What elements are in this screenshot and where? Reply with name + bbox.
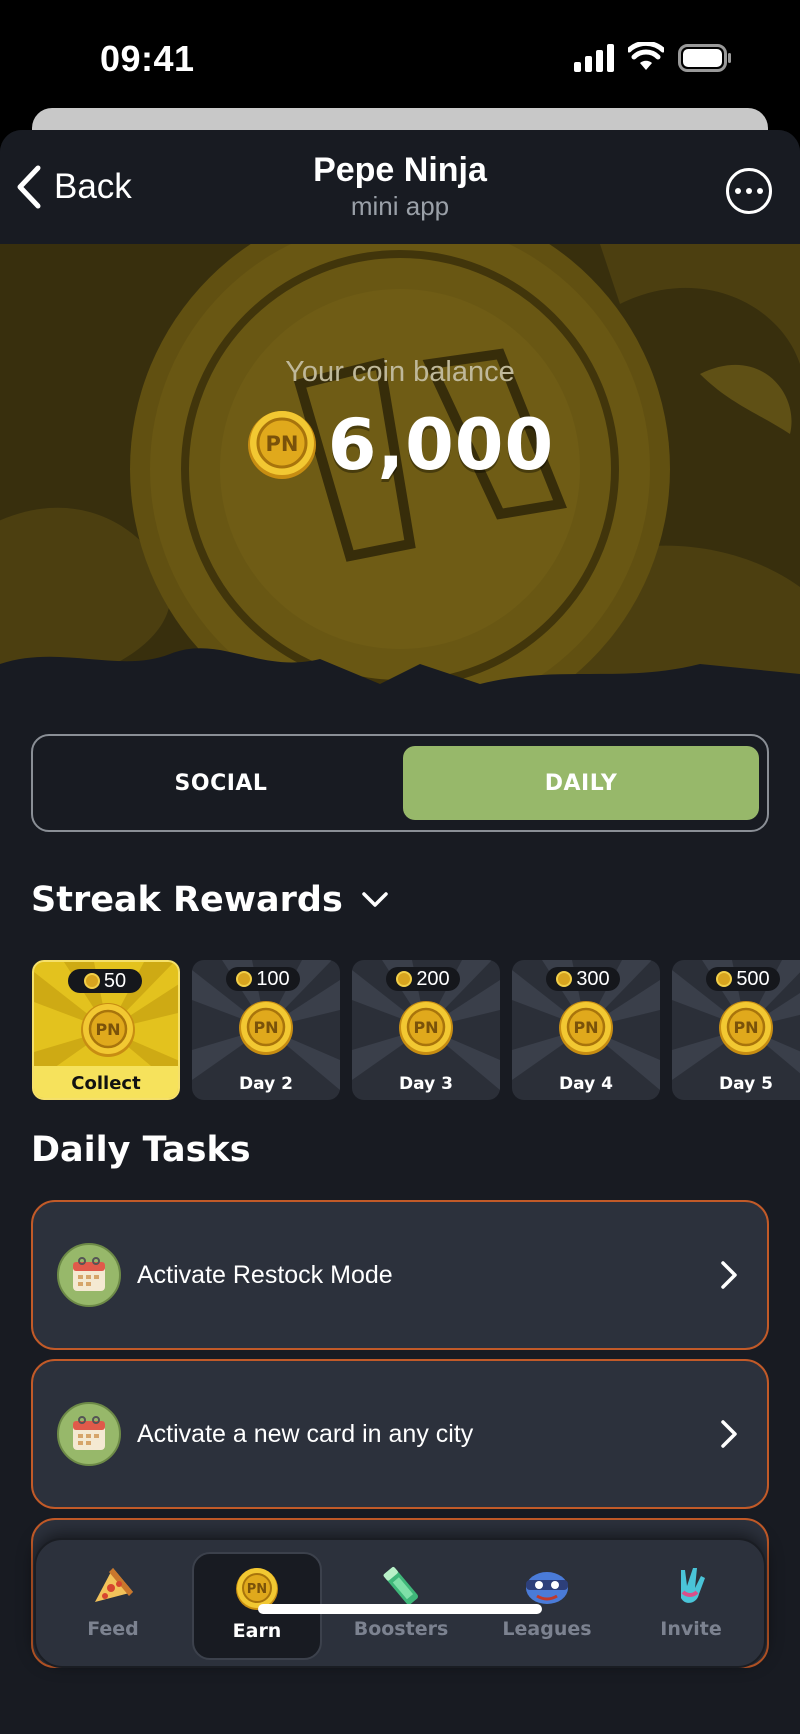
cellular-signal-icon xyxy=(574,44,614,72)
battery-icon xyxy=(678,44,731,72)
status-time: 09:41 xyxy=(100,38,195,79)
svg-text:PN: PN xyxy=(733,1018,758,1037)
task-label: Activate a new card in any city xyxy=(137,1419,474,1448)
balance-value: 6,000 xyxy=(327,404,555,486)
pn-coin-icon: PN xyxy=(719,1001,773,1055)
task-item[interactable]: Activate Restock Mode xyxy=(31,1200,769,1350)
svg-text:PN: PN xyxy=(253,1018,278,1037)
svg-text:PN: PN xyxy=(247,1582,267,1597)
reward-amount-pill: 50 xyxy=(68,969,142,993)
task-label: Activate Restock Mode xyxy=(137,1260,393,1289)
booster-icon xyxy=(383,1566,418,1605)
day-label: Day 3 xyxy=(399,1074,453,1094)
ninja-mask-icon xyxy=(526,1572,568,1604)
collect-button-label: Collect xyxy=(71,1073,141,1094)
reward-amount-pill: 100 xyxy=(226,967,300,991)
hand-icon xyxy=(681,1568,705,1603)
title-block: Pepe Ninja mini app xyxy=(200,150,600,222)
chevron-down-icon xyxy=(362,892,388,907)
streak-card-day-4[interactable]: 300 PN Day 4 xyxy=(512,960,660,1100)
chevron-right-icon xyxy=(721,1261,737,1289)
tab-label: Boosters xyxy=(353,1618,449,1640)
balance-label: Your coin balance xyxy=(285,356,515,388)
back-label: Back xyxy=(54,167,132,206)
back-button[interactable]: Back xyxy=(14,162,132,212)
chevron-left-icon xyxy=(17,165,41,209)
pn-coin-icon: PN xyxy=(81,1003,135,1057)
tab-label: Leagues xyxy=(502,1618,592,1640)
streak-card-day-5[interactable]: 500 PN Day 5 xyxy=(672,960,800,1100)
streak-cards-row: 50 PN Collect 100 PN Day 2 200 PN Day 3 … xyxy=(32,960,800,1100)
reward-amount-pill: 500 xyxy=(706,967,780,991)
reward-amount-pill: 300 xyxy=(546,967,620,991)
tab-label: Earn xyxy=(232,1620,282,1642)
svg-text:PN: PN xyxy=(265,432,298,456)
svg-text:PN: PN xyxy=(413,1018,438,1037)
mini-app-sheet: Back Pepe Ninja mini app Your coin balan… xyxy=(0,130,800,1734)
svg-text:PN: PN xyxy=(95,1020,120,1039)
mini-coin-icon xyxy=(83,973,100,989)
tab-invite[interactable]: Invite xyxy=(626,1552,756,1660)
mini-coin-icon xyxy=(236,971,253,987)
tab-label: Feed xyxy=(87,1618,139,1640)
task-item[interactable]: Activate a new card in any city xyxy=(31,1359,769,1509)
pn-coin-icon: PN xyxy=(559,1001,613,1055)
chevron-right-icon xyxy=(721,1420,737,1448)
svg-text:PN: PN xyxy=(573,1018,598,1037)
tab-label: Invite xyxy=(660,1618,722,1640)
home-indicator xyxy=(258,1604,542,1614)
streak-card-day-2[interactable]: 100 PN Day 2 xyxy=(192,960,340,1100)
balance-hero: Your coin balance PN 6,000 xyxy=(0,244,800,694)
streak-card-day-3[interactable]: 200 PN Day 3 xyxy=(352,960,500,1100)
day-label: Day 5 xyxy=(719,1074,773,1094)
day-label: Day 2 xyxy=(239,1074,293,1094)
pn-coin-icon: PN xyxy=(239,1001,293,1055)
pn-coin-icon: PN xyxy=(399,1001,453,1055)
tab-feed[interactable]: Feed xyxy=(48,1552,178,1660)
app-subtitle: mini app xyxy=(350,191,450,221)
mini-coin-icon xyxy=(396,971,413,987)
mini-coin-icon xyxy=(556,971,573,987)
balance-row: PN 6,000 xyxy=(0,404,800,486)
tab-daily[interactable]: DAILY xyxy=(403,746,759,820)
calendar-icon xyxy=(57,1243,121,1307)
nav-header: Back Pepe Ninja mini app xyxy=(0,130,800,244)
pizza-icon xyxy=(95,1568,133,1602)
earn-type-toggle: SOCIAL DAILY xyxy=(31,734,769,832)
ellipsis-icon xyxy=(735,188,741,194)
more-options-button[interactable] xyxy=(726,168,772,214)
status-bar: 09:41 xyxy=(0,0,800,110)
day-label: Day 4 xyxy=(559,1074,613,1094)
mini-coin-icon xyxy=(716,971,733,987)
streak-rewards-header[interactable]: Streak Rewards xyxy=(31,880,389,920)
daily-tasks-title: Daily Tasks xyxy=(31,1130,251,1170)
streak-rewards-title: Streak Rewards xyxy=(31,880,343,920)
pn-coin-icon: PN xyxy=(247,411,316,479)
bottom-tab-bar: Feed PN Earn Boosters Leagues Invite xyxy=(34,1538,766,1668)
calendar-icon xyxy=(57,1402,121,1466)
streak-card-day-1[interactable]: 50 PN Collect xyxy=(32,960,180,1100)
wifi-icon xyxy=(628,42,664,70)
reward-amount-pill: 200 xyxy=(386,967,460,991)
app-title: Pepe Ninja xyxy=(313,151,487,189)
tab-social[interactable]: SOCIAL xyxy=(43,746,399,820)
